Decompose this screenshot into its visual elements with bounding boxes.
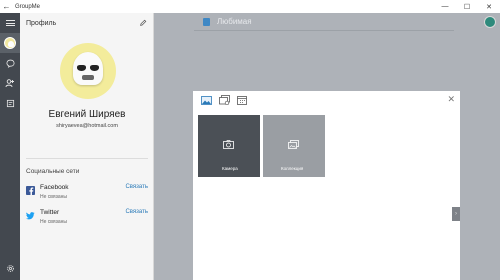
group-icon: [203, 17, 210, 26]
collection-label: Коллекция: [281, 166, 304, 171]
section-divider: [26, 158, 148, 159]
helmet-eye-left: [77, 65, 86, 71]
chevron-right-icon: ›: [455, 211, 457, 217]
rail-item-profile[interactable]: [0, 33, 20, 53]
dialog-close-button[interactable]: ✕: [447, 94, 455, 105]
gear-icon: [6, 264, 14, 272]
facebook-connect-link[interactable]: Связать: [125, 184, 148, 190]
tab-photo[interactable]: [197, 93, 215, 107]
window-controls: — ☐ ✕: [434, 0, 500, 13]
add-contact-icon: [5, 79, 14, 88]
window-title: GroupMe: [15, 3, 41, 10]
collection-tile[interactable]: Коллекция: [263, 115, 325, 177]
profile-panel: Профиль Евгений Ширяев shiryaevea@hotmai…: [20, 13, 154, 280]
rail-item-store[interactable]: [0, 93, 20, 113]
profile-name: Евгений Ширяев: [48, 109, 126, 120]
rail-item-contacts[interactable]: [0, 73, 20, 93]
twitter-connect-link[interactable]: Связать: [125, 209, 148, 215]
back-button[interactable]: ←: [0, 0, 13, 13]
nav-rail: [0, 13, 20, 280]
social-networks-title: Социальные сети: [26, 168, 80, 175]
social-row-twitter: Twitter Не связаны Связать: [26, 209, 148, 229]
chat-header: Любимая: [194, 13, 454, 31]
close-button[interactable]: ✕: [478, 0, 500, 13]
twitter-icon: [26, 212, 35, 220]
hamburger-menu-button[interactable]: [0, 13, 20, 33]
camera-tile[interactable]: Камера: [198, 115, 260, 177]
image-icon: [200, 95, 212, 105]
profile-header: Профиль: [20, 13, 153, 33]
facebook-label: Facebook: [40, 184, 69, 191]
helmet-eye-right: [90, 65, 99, 71]
profile-title: Профиль: [26, 19, 57, 27]
social-row-facebook: Facebook Не связаны Связать: [26, 184, 148, 204]
facebook-status: Не связаны: [40, 194, 68, 200]
profile-avatar[interactable]: [60, 43, 116, 99]
rail-item-chats[interactable]: [0, 53, 20, 73]
facebook-icon: [26, 186, 35, 195]
group-name[interactable]: Любимая: [217, 17, 252, 26]
profile-email: shiryaevea@hotmail.com: [56, 123, 118, 129]
minimize-button[interactable]: —: [434, 0, 456, 13]
rail-item-settings[interactable]: [0, 258, 20, 278]
camera-icon: [223, 140, 234, 149]
user-avatar[interactable]: [484, 16, 496, 28]
photo-collection-icon: [288, 140, 299, 149]
tab-calendar[interactable]: [233, 93, 251, 107]
hamburger-icon: [5, 19, 15, 28]
calendar-icon: [237, 96, 247, 105]
maximize-button[interactable]: ☐: [456, 0, 478, 13]
chat-area: Любимая ✕ Камера Коллекция: [154, 13, 500, 280]
multi-image-icon: [218, 95, 230, 105]
attachment-tabs: [193, 91, 460, 109]
chat-bubble-icon: [5, 59, 15, 68]
title-bar: ← GroupMe — ☐ ✕: [0, 0, 500, 13]
tab-gallery[interactable]: [215, 93, 233, 107]
twitter-status: Не связаны: [40, 219, 68, 225]
edit-pencil-icon[interactable]: [139, 19, 147, 27]
twitter-label: Twitter: [40, 209, 60, 216]
profile-avatar-icon: [4, 37, 16, 49]
helmet-mouth: [82, 75, 94, 80]
camera-label: Камера: [222, 166, 238, 171]
store-icon: [6, 99, 14, 107]
attachment-dialog: ✕ Камера Коллекция: [193, 91, 460, 280]
scroll-right-button[interactable]: ›: [452, 207, 460, 221]
